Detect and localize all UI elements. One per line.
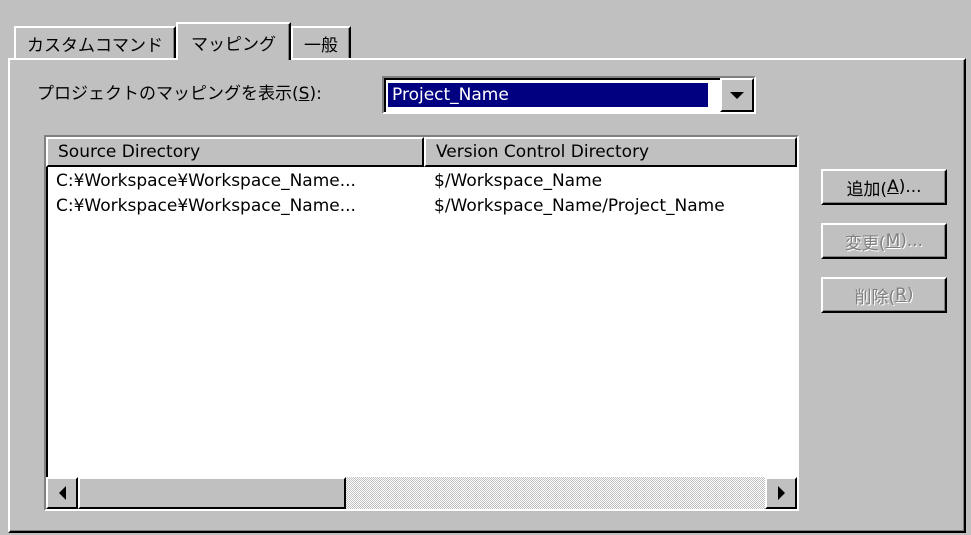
version-control-directory-cell: $/Workspace_Name/Project_Name (434, 196, 725, 216)
project-select-value: Project_Name (387, 82, 709, 108)
version-control-directory-cell: $/Workspace_Name (434, 171, 603, 191)
list-item[interactable]: C:¥Workspace¥Workspace_Name... $/Workspa… (56, 194, 797, 219)
project-mapping-label: プロジェクトのマッピングを表示(S): (37, 84, 322, 104)
change-button[interactable]: 変更(M)... (821, 223, 947, 259)
add-button[interactable]: 追加(A)... (821, 169, 947, 205)
scroll-right-button[interactable] (765, 477, 797, 509)
tab-mapping[interactable]: マッピング (176, 22, 291, 60)
tab-custom-commands[interactable]: カスタムコマンド (14, 26, 176, 58)
arrow-left-icon (58, 486, 66, 500)
arrow-right-icon (777, 486, 785, 500)
column-header-version-control-directory[interactable]: Version Control Directory (424, 137, 797, 167)
tab-strip: カスタムコマンド マッピング 一般 (14, 22, 351, 60)
scroll-left-button[interactable] (46, 477, 78, 509)
mapping-list[interactable]: Source Directory Version Control Directo… (44, 135, 799, 511)
source-directory-cell: C:¥Workspace¥Workspace_Name... (56, 171, 356, 191)
horizontal-scrollbar[interactable] (46, 477, 797, 509)
scrollbar-thumb[interactable] (78, 477, 346, 509)
project-dropdown-button[interactable] (720, 78, 754, 112)
list-item[interactable]: C:¥Workspace¥Workspace_Name... $/Workspa… (56, 169, 797, 194)
source-directory-cell: C:¥Workspace¥Workspace_Name... (56, 196, 356, 216)
tab-general[interactable]: 一般 (291, 26, 351, 58)
column-header-source-directory[interactable]: Source Directory (46, 137, 424, 167)
project-select[interactable]: Project_Name (382, 76, 756, 114)
chevron-down-icon (730, 91, 744, 99)
delete-button[interactable]: 削除(R) (821, 277, 947, 313)
